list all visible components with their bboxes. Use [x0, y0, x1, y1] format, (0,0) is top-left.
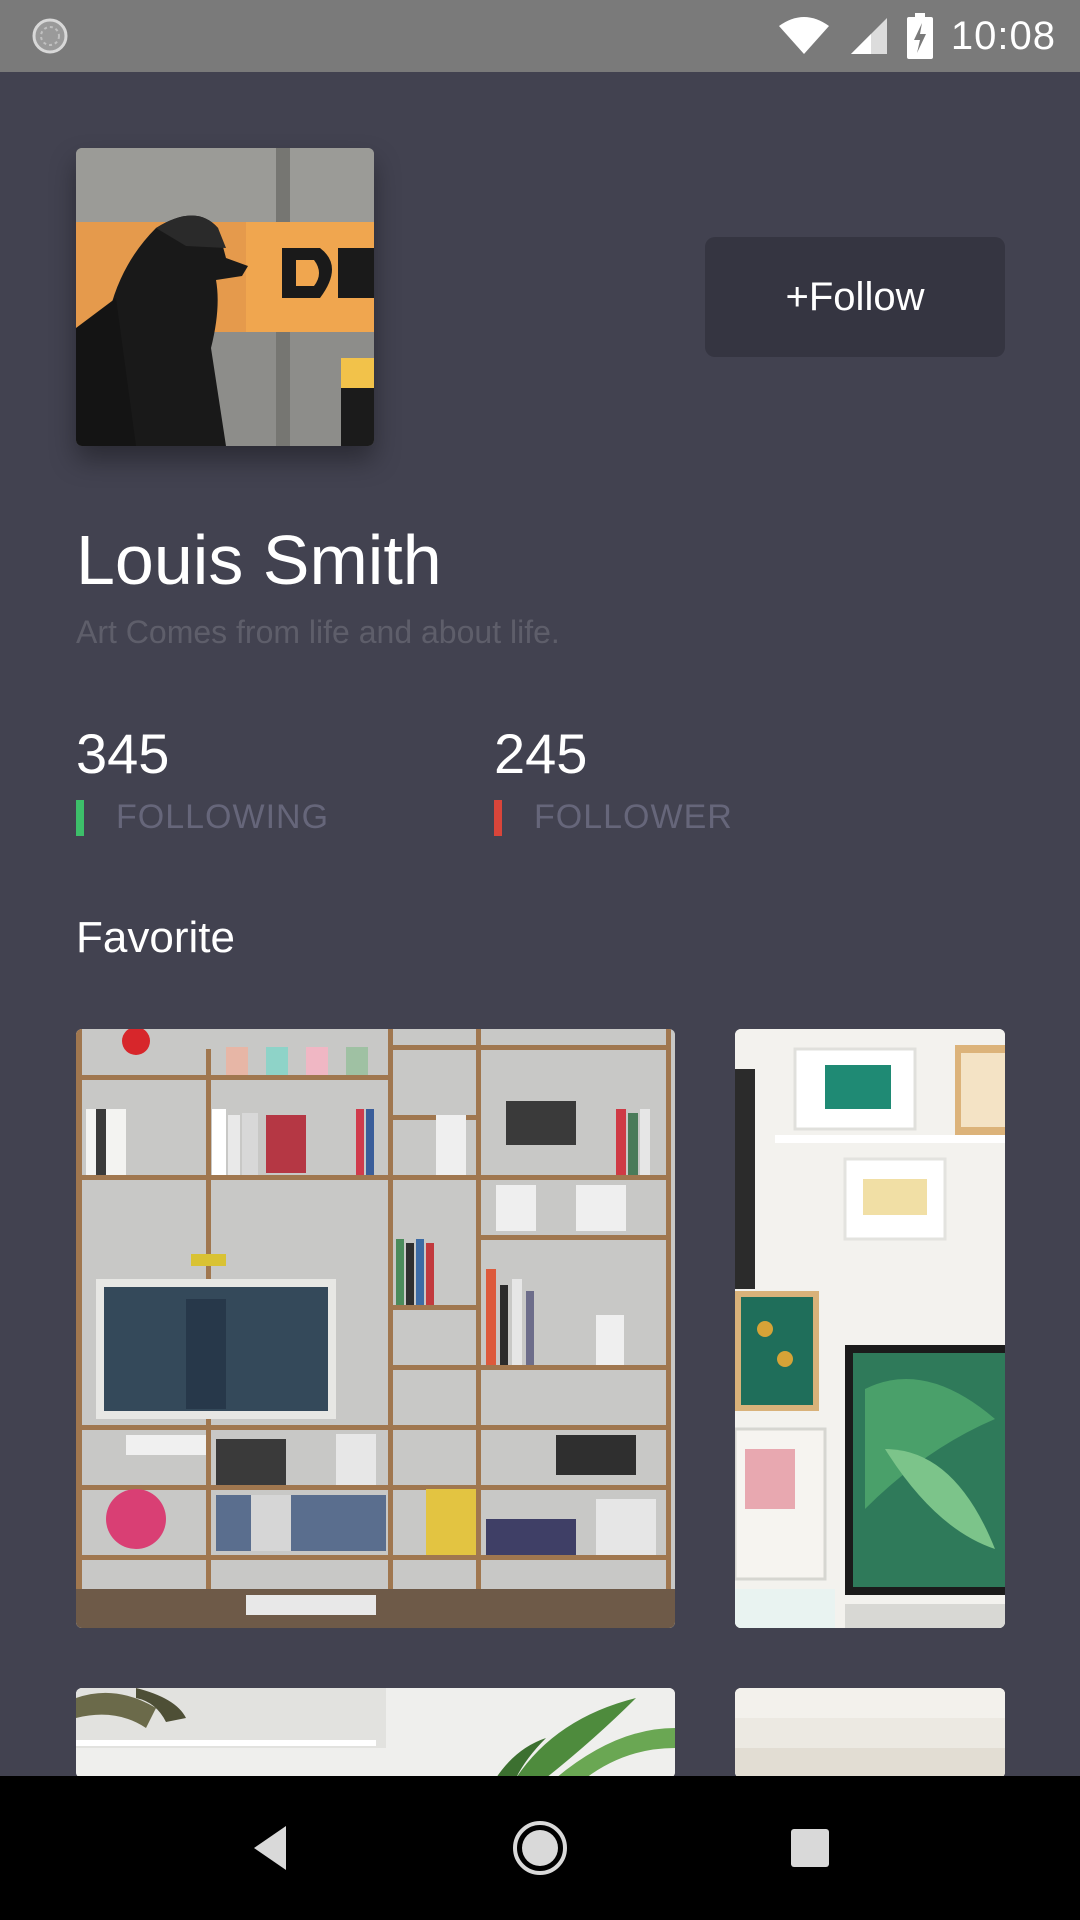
recents-icon[interactable]: [774, 1812, 846, 1884]
status-time: 10:08: [950, 13, 1056, 58]
follower-count: 245: [494, 722, 588, 785]
plant-photo: [76, 1688, 675, 1778]
avatar[interactable]: [76, 148, 374, 446]
profile-bio: Art Comes from life and about life.: [76, 614, 560, 650]
back-icon[interactable]: [234, 1812, 306, 1884]
profile-name: Louis Smith: [76, 521, 442, 599]
stat-follower[interactable]: 245 FOLLOWER: [494, 722, 733, 837]
favorite-item[interactable]: [76, 1029, 675, 1628]
status-bar: 10:08: [0, 0, 1080, 72]
follower-label: FOLLOWER: [534, 798, 733, 836]
favorite-title: Favorite: [76, 913, 235, 962]
bookshelf-photo: [76, 1029, 675, 1628]
favorite-item[interactable]: [735, 1029, 1005, 1628]
interior-photo: [735, 1688, 1005, 1778]
stat-following[interactable]: 345 FOLLOWING: [76, 722, 329, 837]
gallery-wall-photo: [735, 1029, 1005, 1628]
signal-icon: [850, 18, 887, 54]
favorite-item[interactable]: [735, 1688, 1005, 1778]
follow-button[interactable]: +Follow: [705, 237, 1005, 357]
nav-bar: [0, 1776, 1080, 1920]
home-icon[interactable]: [504, 1812, 576, 1884]
battery-charging-icon: [906, 13, 933, 59]
favorite-item[interactable]: [76, 1688, 675, 1778]
avatar-photo: [76, 148, 374, 446]
follower-indicator: [494, 799, 502, 836]
following-label: FOLLOWING: [116, 798, 330, 836]
sync-icon: [32, 18, 68, 54]
status-icons: 10:08: [777, 0, 1056, 72]
following-count: 345: [76, 722, 170, 785]
wifi-icon: [778, 17, 829, 54]
following-indicator: [76, 799, 84, 836]
